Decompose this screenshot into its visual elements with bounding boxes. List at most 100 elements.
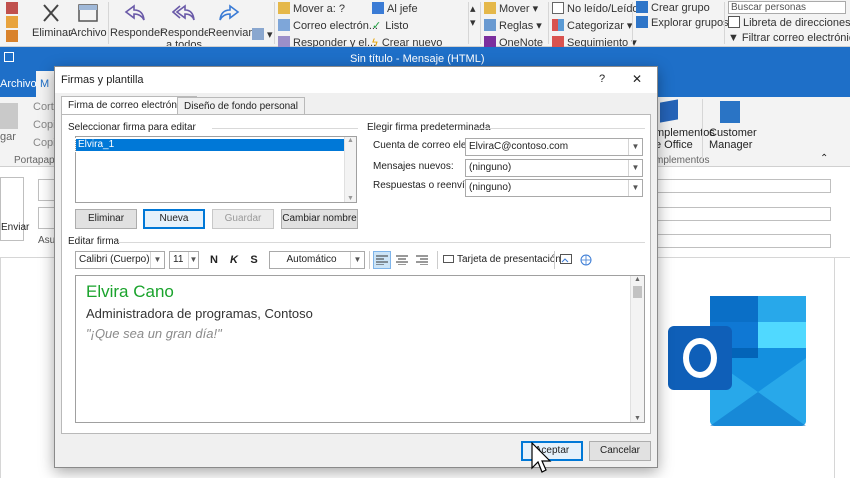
followup-dropdown[interactable]: Seguimiento ▾	[552, 36, 637, 47]
reply-button[interactable]: Responder	[110, 2, 164, 39]
office-addins-label[interactable]: mplementos e Office	[655, 127, 715, 151]
scroll-down-icon[interactable]: ▼	[634, 415, 641, 422]
categorize-dropdown[interactable]: Categorizar ▾	[552, 19, 632, 33]
quickstep-reply-delete[interactable]: Responder y el...	[278, 36, 376, 47]
insert-picture-icon[interactable]	[558, 251, 576, 269]
replies-forwards-select[interactable]: (ninguno) ▼	[465, 179, 643, 197]
signature-list[interactable]: Elvira_1 ▲ ▼	[75, 136, 357, 203]
rules-icon	[484, 19, 496, 31]
align-center-icon	[396, 255, 408, 266]
dialog-title: Firmas y plantilla	[61, 74, 144, 86]
new-messages-label: Mensajes nuevos:	[373, 161, 454, 172]
business-card-button[interactable]: Tarjeta de presentación	[443, 252, 561, 268]
quickstep-done[interactable]: ✓ Listo	[372, 19, 408, 33]
create-group-button[interactable]: Crear grupo	[636, 1, 710, 15]
new-signature-button[interactable]: Nueva	[143, 209, 205, 229]
people-icon[interactable]	[6, 16, 21, 30]
dialog-close-button[interactable]: ✕	[632, 72, 642, 86]
quickstep-move-to[interactable]: Mover a: ?	[278, 2, 345, 16]
outlook-logo	[668, 296, 806, 426]
help-button[interactable]: ?	[599, 73, 605, 85]
paste-icon[interactable]	[0, 103, 18, 129]
signature-list-scrollbar[interactable]: ▲ ▼	[344, 137, 356, 202]
align-left-button[interactable]	[373, 251, 391, 269]
signatures-dialog: Firmas y plantilla ? ✕ Firma de correo e…	[54, 66, 658, 468]
scroll-up-icon[interactable]: ▲	[634, 276, 641, 283]
scroll-down-icon[interactable]: ▼	[347, 195, 354, 202]
rename-signature-button[interactable]: Cambiar nombre	[281, 209, 358, 229]
move-dropdown[interactable]: Mover ▾	[484, 2, 538, 16]
reply-all-button[interactable]: Responder a todos	[160, 2, 208, 46]
quickstep-create-new[interactable]: ϟ Crear nuevo	[372, 36, 442, 47]
send-button[interactable]: Enviar	[0, 177, 29, 241]
cc-field[interactable]	[656, 207, 831, 221]
font-select[interactable]: Calibri (Cuerpo) ▼	[75, 251, 165, 269]
insert-hyperlink-icon[interactable]	[578, 251, 596, 269]
account-select[interactable]: ElviraC@contoso.com ▼	[465, 138, 643, 156]
copy-button[interactable]: Copi	[33, 119, 56, 131]
bold-button[interactable]: N	[205, 251, 223, 269]
scroll-thumb[interactable]	[633, 286, 642, 298]
business-card-icon	[443, 255, 454, 263]
unread-read-button[interactable]: No leído/Leído	[552, 2, 639, 16]
quickstep-email[interactable]: Correo electrón...	[278, 19, 378, 33]
save-icon[interactable]	[4, 52, 14, 62]
move-icon	[484, 2, 496, 14]
underline-button[interactable]: S	[245, 251, 263, 269]
font-color-select[interactable]: Automático ▼	[269, 251, 365, 269]
rules-dropdown[interactable]: Reglas ▾	[484, 19, 542, 33]
collapse-ribbon-icon[interactable]: ⌃	[820, 153, 828, 164]
signature-editor[interactable]: Elvira Cano Administradora de programas,…	[75, 275, 645, 423]
align-right-icon	[416, 255, 428, 266]
tab-file[interactable]: Archivo	[0, 78, 37, 90]
font-size-select[interactable]: 11 ▼	[169, 251, 199, 269]
mouse-cursor-icon	[531, 442, 552, 473]
customer-manager-icon[interactable]	[720, 101, 740, 123]
save-signature-button[interactable]: Guardar	[212, 209, 274, 229]
quickstep-down-icon[interactable]: ▾	[470, 16, 476, 30]
new-messages-select[interactable]: (ninguno) ▼	[465, 159, 643, 177]
envelope-icon	[552, 2, 564, 14]
onenote-icon	[484, 36, 496, 47]
tab-personal-stationery[interactable]: Diseño de fondo personal	[177, 97, 305, 115]
quickstep-to-boss[interactable]: Al jefe	[372, 2, 418, 16]
office-addins-icon[interactable]	[660, 99, 678, 123]
editor-scrollbar[interactable]: ▲ ▼	[630, 276, 644, 422]
move-folder-icon	[278, 2, 290, 14]
format-painter-button[interactable]: Copi	[33, 137, 56, 149]
delete-button[interactable]: Eliminar	[32, 2, 72, 39]
categorize-icon	[552, 19, 564, 31]
more-respond-icon[interactable]: ▾	[252, 28, 273, 42]
delete-signature-button[interactable]: Eliminar	[75, 209, 137, 229]
signature-name: Elvira Cano	[86, 282, 174, 301]
italic-button[interactable]: K	[225, 251, 243, 269]
signature-item[interactable]: Elvira_1	[75, 138, 345, 152]
to-field[interactable]	[656, 179, 831, 193]
to-boss-icon	[372, 2, 384, 14]
forward-button[interactable]: Reenviar	[208, 2, 252, 39]
tab-message[interactable]: M	[36, 71, 54, 97]
filter-email-button[interactable]: ▼ Filtrar correo electrónico	[728, 31, 850, 45]
subject-field[interactable]	[656, 234, 831, 248]
signature-quote: "¡Que sea un gran día!"	[86, 326, 222, 341]
align-center-button[interactable]	[393, 251, 411, 269]
outlook-main-ribbon: Eliminar Archivo Responder Responder a t…	[0, 0, 850, 47]
body-right-border	[834, 257, 835, 478]
scroll-up-icon[interactable]: ▲	[347, 137, 354, 144]
align-right-button[interactable]	[413, 251, 431, 269]
new-items-icon[interactable]	[6, 2, 21, 16]
explore-groups-button[interactable]: Explorar grupos	[636, 16, 729, 30]
quickstep-up-icon[interactable]: ▴	[470, 2, 476, 16]
onenote-button[interactable]: OneNote	[484, 36, 543, 47]
signature-job-title: Administradora de programas, Contoso	[86, 306, 313, 321]
archive-button[interactable]: Archivo	[70, 2, 107, 39]
cancel-button[interactable]: Cancelar	[589, 441, 651, 461]
filter-icon: ▼	[728, 32, 739, 44]
customer-manager-label[interactable]: Customer Manager	[709, 127, 757, 151]
group-icon[interactable]	[6, 30, 21, 44]
dialog-titlebar: Firmas y plantilla ? ✕	[55, 67, 657, 93]
reply-label: Responder	[110, 27, 164, 39]
address-book-button[interactable]: Libreta de direcciones	[728, 16, 850, 30]
add-group-icon	[636, 1, 648, 13]
search-people-input[interactable]: Buscar personas	[728, 1, 846, 14]
